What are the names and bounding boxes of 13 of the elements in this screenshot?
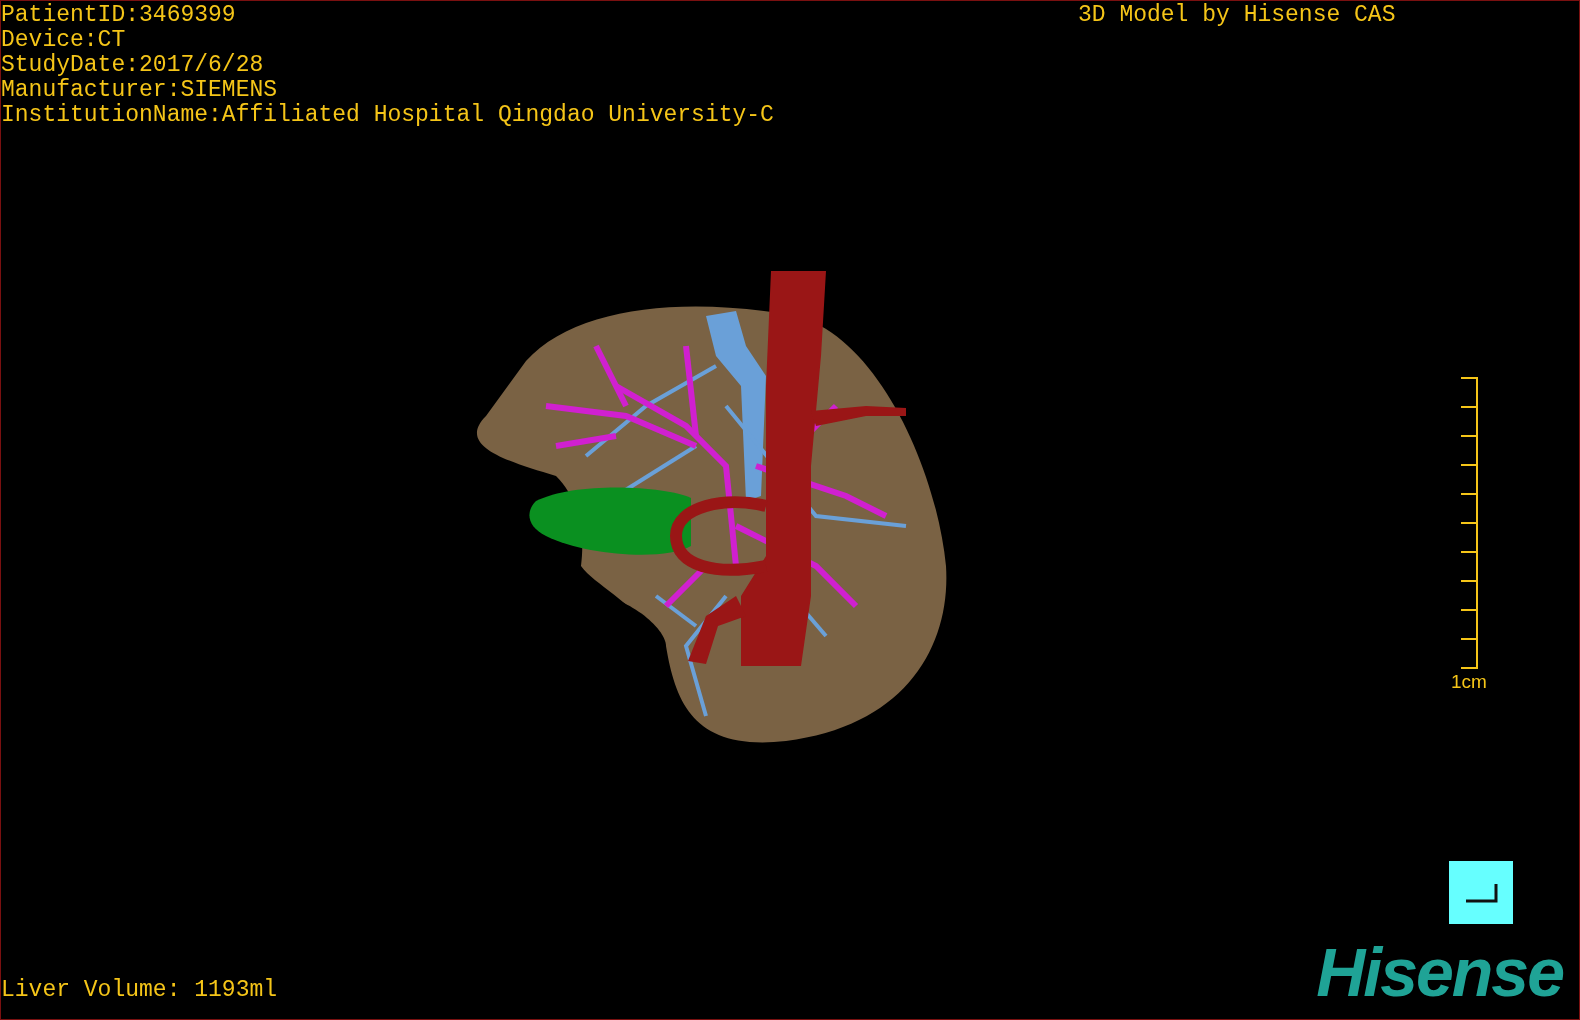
model-viewport[interactable]: PatientID:3469399 Device:CT StudyDate:2017/6/28 Manufacturer:SIEMENS InstitutionName:Affiliated Hospital Qingdao University-C 3D Model by Hisense CAS 1cm Liver Volume: 1193ml Hisense — [0, 0, 1580, 1020]
study-info-line: StudyDate:2017/6/28 — [1, 53, 265, 78]
study-info-line: InstitutionName:Affiliated Hospital Qingdao University-C — [1, 103, 774, 128]
corner-icon — [1464, 881, 1498, 904]
liver-volume: Liver Volume: 1193ml — [1, 978, 278, 1003]
study-info-line: PatientID:3469399 — [1, 3, 237, 28]
brand-logo: Hisense — [1316, 939, 1564, 1005]
model-credit: 3D Model by Hisense CAS — [1078, 3, 1396, 28]
scale-label: 1cm — [1451, 671, 1487, 693]
study-info-line: Device:CT — [1, 28, 127, 53]
study-info-line: Manufacturer:SIEMENS — [1, 78, 279, 103]
scale-ruler-icon — [1460, 377, 1479, 669]
view-corner-button[interactable] — [1449, 861, 1513, 924]
